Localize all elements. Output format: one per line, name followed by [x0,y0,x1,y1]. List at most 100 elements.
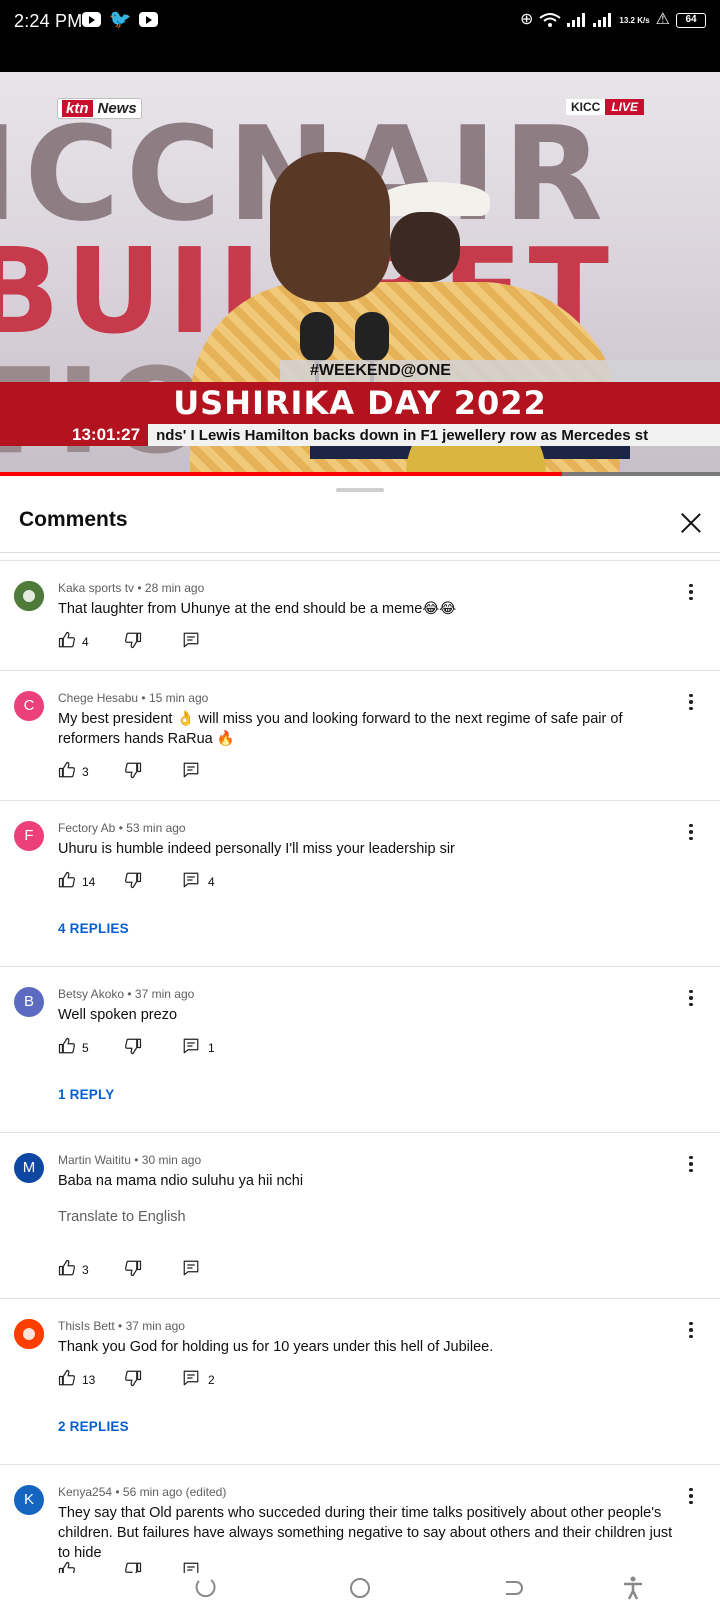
microphone [300,312,334,362]
thumbs-up-icon [58,631,76,652]
avatar[interactable]: C [14,691,44,721]
ticker-clock: 13:01:27 [0,424,149,446]
more-options-icon[interactable] [682,1319,700,1341]
comment-time: 30 min ago [141,1153,202,1167]
comment-item: Kaka sports tv • 28 min ago That laughter… [0,561,720,671]
thumbs-up-icon [58,1369,76,1390]
like-button[interactable]: 13 [58,1369,124,1390]
dislike-button[interactable] [124,1561,182,1573]
comment-item: C Chege Hesabu • 15 min ago My best presid… [0,671,720,801]
avatar[interactable]: B [14,987,44,1017]
hashtag-bar: #WEEKEND@ONE [280,360,720,382]
more-options-icon[interactable] [682,691,700,713]
view-replies-link[interactable]: 4 REPLIES [58,921,129,936]
comment-time: 15 min ago [148,691,209,705]
reply-button[interactable] [182,631,208,652]
dislike-button[interactable] [124,1037,182,1058]
comment-item: ThisIs Bett • 37 min ago Thank you God fo… [0,1299,720,1465]
youtube-icon [82,12,101,27]
comment-author[interactable]: Kaka sports tv [58,581,134,595]
comment-author-line: ThisIs Bett • 37 min ago [58,1319,185,1333]
comment-author[interactable]: Betsy Akoko [58,987,124,1001]
like-button[interactable]: 14 [58,871,124,892]
dislike-button[interactable] [124,761,182,782]
wifi-icon [539,13,562,27]
reply-button[interactable] [182,761,208,782]
reply-count: 1 [208,1040,215,1055]
comment-author[interactable]: Kenya254 [58,1485,112,1499]
like-count: 13 [82,1372,96,1387]
comment-text: They say that Old parents who succeded d… [58,1505,673,1561]
comment-author[interactable]: Martin Waititu [58,1153,131,1167]
dislike-button[interactable] [124,1369,182,1390]
thumbs-down-icon [124,1369,142,1390]
warning-icon: ⚠ [655,11,670,28]
avatar[interactable]: K [14,1485,44,1515]
like-count: 3 [82,764,89,779]
view-replies-link[interactable]: 2 REPLIES [58,1419,129,1434]
system-icons: ⊕ 13.2 K/s ⚠ 64 [520,12,706,28]
reply-button[interactable]: 2 [182,1369,215,1390]
comment-item: K Kenya254 • 56 min ago (edited) They say … [0,1465,720,1573]
twitter-icon: 🐦 [109,9,132,29]
comment-actions [58,1561,208,1573]
more-options-icon[interactable] [682,821,700,843]
like-button[interactable]: 5 [58,1037,124,1058]
microphone [355,312,389,362]
dislike-button[interactable] [124,631,182,652]
avatar[interactable]: F [14,821,44,851]
thumbs-down-icon [124,871,142,892]
reply-icon [182,631,200,652]
reply-button[interactable]: 1 [182,1037,215,1058]
comment-author-line: Kenya254 • 56 min ago (edited) [58,1485,227,1499]
comment-time: 37 min ago [125,1319,185,1333]
thumbs-up-icon [58,1259,76,1280]
battery-icon: 64 [676,12,706,28]
like-button[interactable]: 3 [58,1259,124,1280]
youtube-icon [139,12,159,27]
reply-icon [182,871,200,892]
like-button[interactable]: 4 [58,631,124,652]
comment-author[interactable]: ThisIs Bett [58,1319,115,1333]
dislike-button[interactable] [124,1259,182,1280]
recent-apps-icon[interactable] [192,1575,218,1601]
more-options-icon[interactable] [682,1153,700,1175]
avatar[interactable] [14,1319,44,1349]
more-options-icon[interactable] [682,1485,700,1507]
more-options-icon[interactable] [682,581,700,603]
reply-button[interactable]: 4 [182,871,215,892]
thumbs-up-icon [58,761,76,782]
comment-text: Well spoken prezo [58,1007,178,1023]
reply-icon [182,1369,200,1390]
news-ticker: 13:01:27 nds' I Lewis Hamilton backs down… [0,424,720,446]
reply-button[interactable] [182,1259,208,1280]
comment-author[interactable]: Fectory Ab [58,821,115,835]
more-options-icon[interactable] [682,987,700,1009]
video-player[interactable]: ICCNAIR BUIL BET TIO TH ktn News KICC LI… [0,72,720,476]
like-button[interactable]: 3 [58,761,124,782]
accessibility-icon[interactable] [620,1575,646,1601]
drag-handle[interactable] [336,488,384,492]
back-icon[interactable] [500,1575,526,1601]
avatar[interactable]: M [14,1153,44,1183]
comment-text: Thank you God for holding us for 10 year… [58,1339,494,1355]
reply-icon [182,1259,200,1280]
comment-text: My best president 👌 will miss you and lo… [58,711,623,747]
dislike-button[interactable] [124,871,182,892]
comment-item: B Betsy Akoko • 37 min ago Well spoken pre… [0,967,720,1133]
live-badge: KICC LIVE [566,99,645,115]
like-button[interactable] [58,1561,124,1573]
avatar[interactable] [14,581,44,611]
home-icon[interactable] [347,1575,373,1601]
reply-button[interactable] [182,1561,208,1573]
status-time: 2:24 PM [14,11,83,31]
view-replies-link[interactable]: 1 REPLY [58,1087,114,1102]
comment-text: Baba na mama ndio suluhu ya hii nchi [58,1173,304,1189]
comment-author[interactable]: Chege Hesabu [58,691,138,705]
avatar-image [14,581,44,611]
translate-link[interactable]: Translate to English [58,1209,186,1225]
close-icon[interactable] [676,508,706,538]
comment-item: F Fectory Ab • 53 min ago Uhuru is humble … [0,801,720,967]
comment-time: 53 min ago [126,821,186,835]
officer [390,212,460,282]
